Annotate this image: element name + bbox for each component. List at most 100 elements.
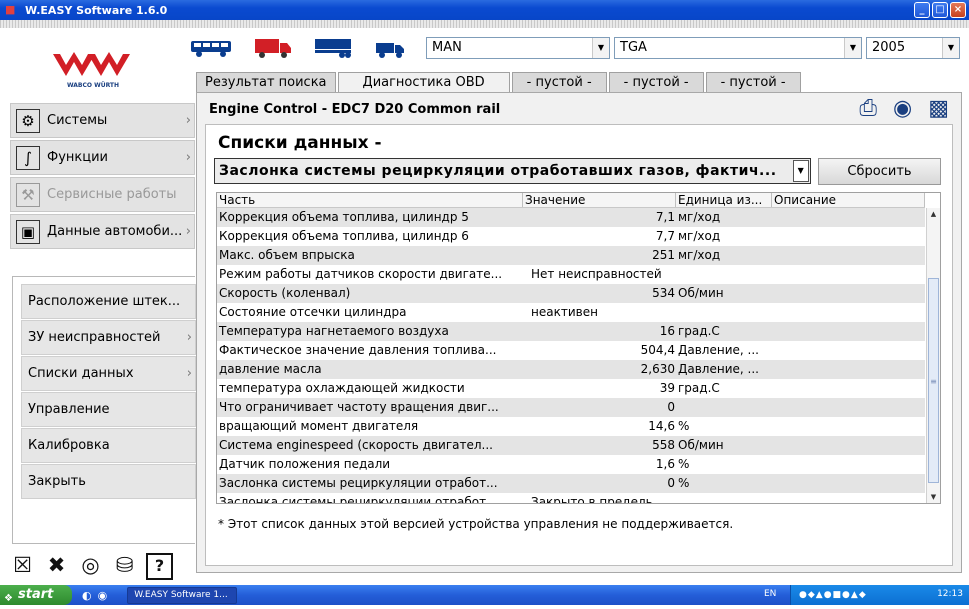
vehicle-data-icon: ▣ [16,219,40,244]
subnav-close[interactable]: Закрыть [21,464,196,499]
cell-value: 39 [659,381,675,395]
wabco-wurth-logo: WABCO WÜRTH [53,52,130,89]
cell-part: Заслонка системы рециркуляции отработ... [219,495,498,504]
chevron-down-icon[interactable]: ▼ [844,38,861,58]
connection-icon[interactable]: ◎ [78,553,103,578]
database-icon[interactable]: ⛁ [112,553,137,578]
save-icon[interactable]: ▩ [928,96,949,121]
language-indicator[interactable]: EN [764,589,776,599]
action-icons: ⎙ ◉ ▩ [859,96,949,121]
scroll-up-icon[interactable]: ▲ [927,208,940,220]
col-header-unit[interactable]: Единица из... [676,193,772,207]
taskbar-item-weasy[interactable]: W.EASY Software 1... [127,586,238,604]
make-select[interactable]: MAN ▼ [426,37,610,59]
cell-value: 558 [652,438,675,452]
nav-systems[interactable]: ⚙ Системы › [10,103,195,138]
year-select[interactable]: 2005 ▼ [866,37,960,59]
close-window-button[interactable]: × [950,2,966,18]
reset-button[interactable]: Сбросить [818,158,941,185]
subnav-close-label: Закрыть [28,474,86,489]
table-row[interactable]: давление масла 2,630 Давление, ... [217,360,925,379]
cell-description [772,493,925,503]
table-row[interactable]: Коррекция объема топлива, цилиндр 5 7,1 мг… [217,208,925,227]
van-icon[interactable] [374,37,406,59]
cell-unit [676,398,772,417]
nav-service[interactable]: ⚒ Сервисные работы [10,177,195,212]
cell-part: вращающий момент двигателя [219,419,419,433]
subnav-data-lists[interactable]: Списки данных › [21,356,196,391]
nav-vehicle-data[interactable]: ▣ Данные автомоби... › [10,214,195,249]
bus-icon[interactable] [190,38,232,58]
nav-functions[interactable]: ∫ Функции › [10,140,195,175]
table-row[interactable]: Система enginespeed (скорость двигател..… [217,436,925,455]
table-row[interactable]: Макс. объем впрыска 251 мг/ход [217,246,925,265]
tab-empty-3[interactable]: - пустой - [705,72,801,92]
print-icon[interactable]: ⎙ [859,96,877,121]
svg-text:WABCO WÜRTH: WABCO WÜRTH [67,82,119,89]
cell-unit: град.С [678,381,720,395]
close-box-icon[interactable]: ☒ [10,553,35,578]
subnav-calibration[interactable]: Калибровка [21,428,196,463]
table-row[interactable]: Датчик положения педали 1,6% [217,455,925,474]
truck-red-icon[interactable] [254,37,292,59]
col-header-value[interactable]: Значение [523,193,676,207]
year-value: 2005 [872,40,906,55]
table-row[interactable]: Заслонка системы рециркуляции отработ...… [217,474,925,493]
table-row[interactable]: Скорость (коленвал) 534 Об/мин [217,284,925,303]
table-body: Коррекция объема топлива, цилиндр 5 7,1 мг… [217,208,925,504]
table-row[interactable]: вращающий момент двигателя 14,6% [217,417,925,436]
tab-empty-2[interactable]: - пустой - [608,72,704,92]
camera-icon[interactable]: ◉ [893,96,912,121]
cell-part: Температура нагнетаемого воздуха [219,324,449,338]
table-row[interactable]: Заслонка системы рециркуляции отработ...… [217,493,925,504]
chevron-down-icon[interactable]: ▼ [592,38,609,58]
tab-obd-diagnostics[interactable]: Диагностика OBD [337,72,510,92]
col-header-description[interactable]: Описание [772,193,925,207]
table-row[interactable]: Температура нагнетаемого воздуха 16 град.С [217,322,925,341]
cell-unit: Об/мин [678,286,724,300]
cell-part: Что ограничивает частоту вращения двиг..… [219,400,499,414]
table-row[interactable]: Фактическое значение давления топлива...… [217,341,925,360]
table-row[interactable]: Состояние отсечки цилиндра неактивен [217,303,925,322]
tab-search-result[interactable]: Результат поиска [196,72,336,92]
nav-vehicle-data-label: Данные автомоби... [47,224,183,239]
cell-part: Скорость (коленвал) [219,286,351,300]
tray-icons[interactable]: ●◆▲●■●▲◆ [799,590,867,600]
cell-value: 251 [652,248,675,262]
subnav-control[interactable]: Управление [21,392,196,427]
cell-value: 1,6 [655,457,675,471]
table-row[interactable]: Режим работы датчиков скорости двигате..… [217,265,925,284]
subnav-connector-location[interactable]: Расположение штек... [21,284,196,319]
table-row[interactable]: Коррекция объема топлива, цилиндр 6 7,7 мг… [217,227,925,246]
cell-value: 7,7 [655,229,675,243]
chevron-down-icon[interactable]: ▼ [942,38,959,58]
chevron-right-icon: › [185,224,191,239]
start-button[interactable]: ❖ start [0,585,72,605]
functions-icon: ∫ [16,145,40,170]
scroll-thumb[interactable]: ≡ [928,278,939,483]
cell-part: Макс. объем впрыска [219,248,355,262]
model-value: TGA [620,40,647,55]
clock: 12:13 [937,589,963,599]
table-row[interactable]: Что ограничивает частоту вращения двиг..… [217,398,925,417]
quicklaunch-icons[interactable]: ◐◉ [82,589,113,602]
semitrailer-icon[interactable] [314,37,352,59]
subnav-fault-memory[interactable]: ЗУ неисправностей › [21,320,196,355]
tools-icon[interactable]: ✖ [44,553,69,578]
minimize-button[interactable]: _ [914,2,930,18]
parameter-dropdown[interactable]: Заслонка системы рециркуляции отработавш… [214,158,811,184]
subnav-connector-label: Расположение штек... [28,294,181,309]
model-select[interactable]: TGA ▼ [614,37,862,59]
table-row[interactable]: температура охлаждающей жидкости 39 град.С [217,379,925,398]
help-icon[interactable]: ? [146,553,173,580]
scroll-down-icon[interactable]: ▼ [927,491,940,503]
tab-empty-1[interactable]: - пустой - [511,72,607,92]
cell-description [772,208,925,227]
maximize-button[interactable]: □ [932,2,948,18]
col-header-part[interactable]: Часть [217,193,523,207]
chevron-down-icon[interactable]: ▼ [793,160,809,182]
cell-unit [676,265,772,284]
cell-part: Заслонка системы рециркуляции отработ... [219,476,498,490]
cell-value: 534 [652,286,675,300]
table-scrollbar[interactable]: ▲ ≡ ▼ [926,208,940,503]
